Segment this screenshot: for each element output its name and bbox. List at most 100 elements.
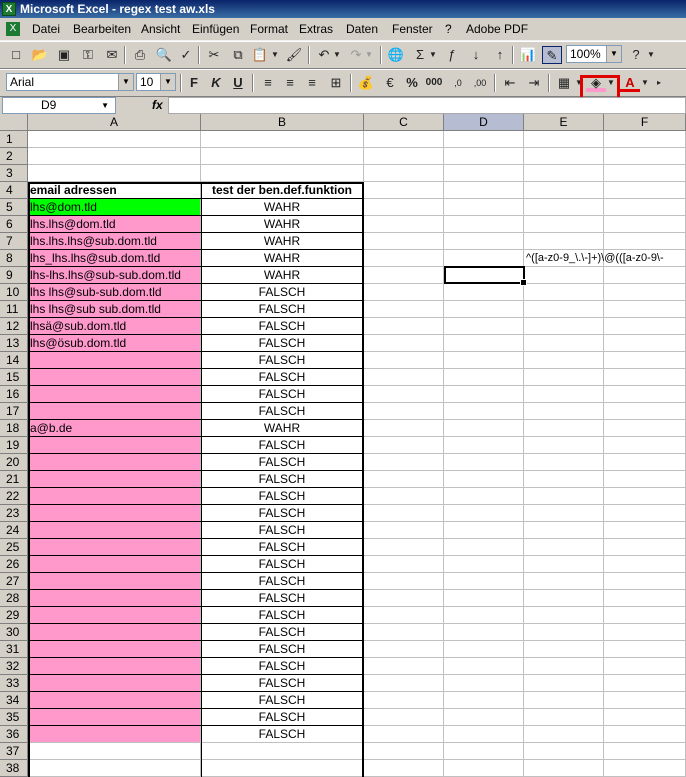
cell-d10[interactable] xyxy=(444,284,524,301)
cell-e15[interactable] xyxy=(524,369,604,386)
function-icon[interactable]: ƒ xyxy=(442,46,462,64)
cell-f32[interactable] xyxy=(604,658,686,675)
cell-c4[interactable] xyxy=(364,182,444,199)
cell-a33[interactable] xyxy=(28,675,201,692)
cell-e1[interactable] xyxy=(524,131,604,148)
cut-icon[interactable]: ✂ xyxy=(204,46,224,64)
cell-e24[interactable] xyxy=(524,522,604,539)
cell-b15[interactable]: FALSCH xyxy=(201,369,364,386)
cell-b4[interactable]: test der ben.def.funktion xyxy=(201,182,364,199)
column-header-d[interactable]: D xyxy=(444,114,524,131)
row-header[interactable]: 2 xyxy=(0,148,28,165)
thousands-button[interactable]: 000 xyxy=(424,74,444,92)
cell-f5[interactable] xyxy=(604,199,686,216)
cell-b8[interactable]: WAHR xyxy=(201,250,364,267)
permission-icon[interactable]: ⚿ xyxy=(78,46,98,64)
cell-b36[interactable]: FALSCH xyxy=(201,726,364,743)
column-header-e[interactable]: E xyxy=(524,114,604,131)
open-folder-icon[interactable]: 📂 xyxy=(30,46,50,64)
paste-icon[interactable]: 📋 xyxy=(250,46,270,64)
cell-e9[interactable] xyxy=(524,267,604,284)
row-header[interactable]: 12 xyxy=(0,318,28,335)
row-header[interactable]: 10 xyxy=(0,284,28,301)
underline-button[interactable]: U xyxy=(228,74,248,92)
cell-a14[interactable] xyxy=(28,352,201,369)
cell-b28[interactable]: FALSCH xyxy=(201,590,364,607)
cell-f30[interactable] xyxy=(604,624,686,641)
cell-f36[interactable] xyxy=(604,726,686,743)
font-color-icon[interactable]: A xyxy=(620,74,640,92)
row-header[interactable]: 36 xyxy=(0,726,28,743)
cell-f26[interactable] xyxy=(604,556,686,573)
cell-d2[interactable] xyxy=(444,148,524,165)
cell-f28[interactable] xyxy=(604,590,686,607)
column-header-a[interactable]: A xyxy=(28,114,201,131)
cell-f33[interactable] xyxy=(604,675,686,692)
row-header[interactable]: 17 xyxy=(0,403,28,420)
undo-dropdown-icon[interactable]: ▼ xyxy=(332,46,342,64)
cell-d32[interactable] xyxy=(444,658,524,675)
row-header[interactable]: 24 xyxy=(0,522,28,539)
cell-c8[interactable] xyxy=(364,250,444,267)
cell-c9[interactable] xyxy=(364,267,444,284)
cell-e17[interactable] xyxy=(524,403,604,420)
cell-a36[interactable] xyxy=(28,726,201,743)
cell-a20[interactable] xyxy=(28,454,201,471)
cell-d29[interactable] xyxy=(444,607,524,624)
cell-c17[interactable] xyxy=(364,403,444,420)
cell-b2[interactable] xyxy=(201,148,364,165)
cell-a11[interactable]: lhs lhs@sub sub.dom.tld xyxy=(28,301,201,318)
fill-handle[interactable] xyxy=(520,279,527,286)
cell-a16[interactable] xyxy=(28,386,201,403)
cell-d3[interactable] xyxy=(444,165,524,182)
cell-a13[interactable]: lhs@ösub.dom.tld xyxy=(28,335,201,352)
cell-c20[interactable] xyxy=(364,454,444,471)
cell-b24[interactable]: FALSCH xyxy=(201,522,364,539)
cell-d24[interactable] xyxy=(444,522,524,539)
cell-a1[interactable] xyxy=(28,131,201,148)
cell-f12[interactable] xyxy=(604,318,686,335)
menu-extras[interactable]: Extras xyxy=(299,21,333,37)
cell-e2[interactable] xyxy=(524,148,604,165)
cell-c32[interactable] xyxy=(364,658,444,675)
cell-b25[interactable]: FALSCH xyxy=(201,539,364,556)
row-header[interactable]: 16 xyxy=(0,386,28,403)
cell-d7[interactable] xyxy=(444,233,524,250)
cell-a38[interactable] xyxy=(28,760,201,777)
cell-e16[interactable] xyxy=(524,386,604,403)
row-header[interactable]: 38 xyxy=(0,760,28,777)
cell-c26[interactable] xyxy=(364,556,444,573)
select-all-corner[interactable] xyxy=(0,114,28,131)
cell-f20[interactable] xyxy=(604,454,686,471)
cell-b3[interactable] xyxy=(201,165,364,182)
cell-d36[interactable] xyxy=(444,726,524,743)
cell-d27[interactable] xyxy=(444,573,524,590)
cell-d37[interactable] xyxy=(444,743,524,760)
increase-decimal-icon[interactable]: ,0 xyxy=(448,74,468,92)
cell-a2[interactable] xyxy=(28,148,201,165)
cell-e22[interactable] xyxy=(524,488,604,505)
cell-f10[interactable] xyxy=(604,284,686,301)
format-painter-icon[interactable]: 🖌 xyxy=(284,46,304,64)
cell-e18[interactable] xyxy=(524,420,604,437)
row-header[interactable]: 31 xyxy=(0,641,28,658)
cell-e37[interactable] xyxy=(524,743,604,760)
cell-f35[interactable] xyxy=(604,709,686,726)
cell-f7[interactable] xyxy=(604,233,686,250)
cell-a37[interactable] xyxy=(28,743,201,760)
cell-b10[interactable]: FALSCH xyxy=(201,284,364,301)
cell-b26[interactable]: FALSCH xyxy=(201,556,364,573)
cell-f1[interactable] xyxy=(604,131,686,148)
cell-b32[interactable]: FALSCH xyxy=(201,658,364,675)
cell-c15[interactable] xyxy=(364,369,444,386)
cell-b13[interactable]: FALSCH xyxy=(201,335,364,352)
cell-c11[interactable] xyxy=(364,301,444,318)
autosum-dropdown-icon[interactable]: ▼ xyxy=(428,46,438,64)
cell-e38[interactable] xyxy=(524,760,604,777)
font-color-dropdown-icon[interactable]: ▼ xyxy=(640,74,650,92)
cell-e31[interactable] xyxy=(524,641,604,658)
cell-e10[interactable] xyxy=(524,284,604,301)
undo-icon[interactable]: ↶ xyxy=(314,46,334,64)
cell-c12[interactable] xyxy=(364,318,444,335)
cell-d11[interactable] xyxy=(444,301,524,318)
